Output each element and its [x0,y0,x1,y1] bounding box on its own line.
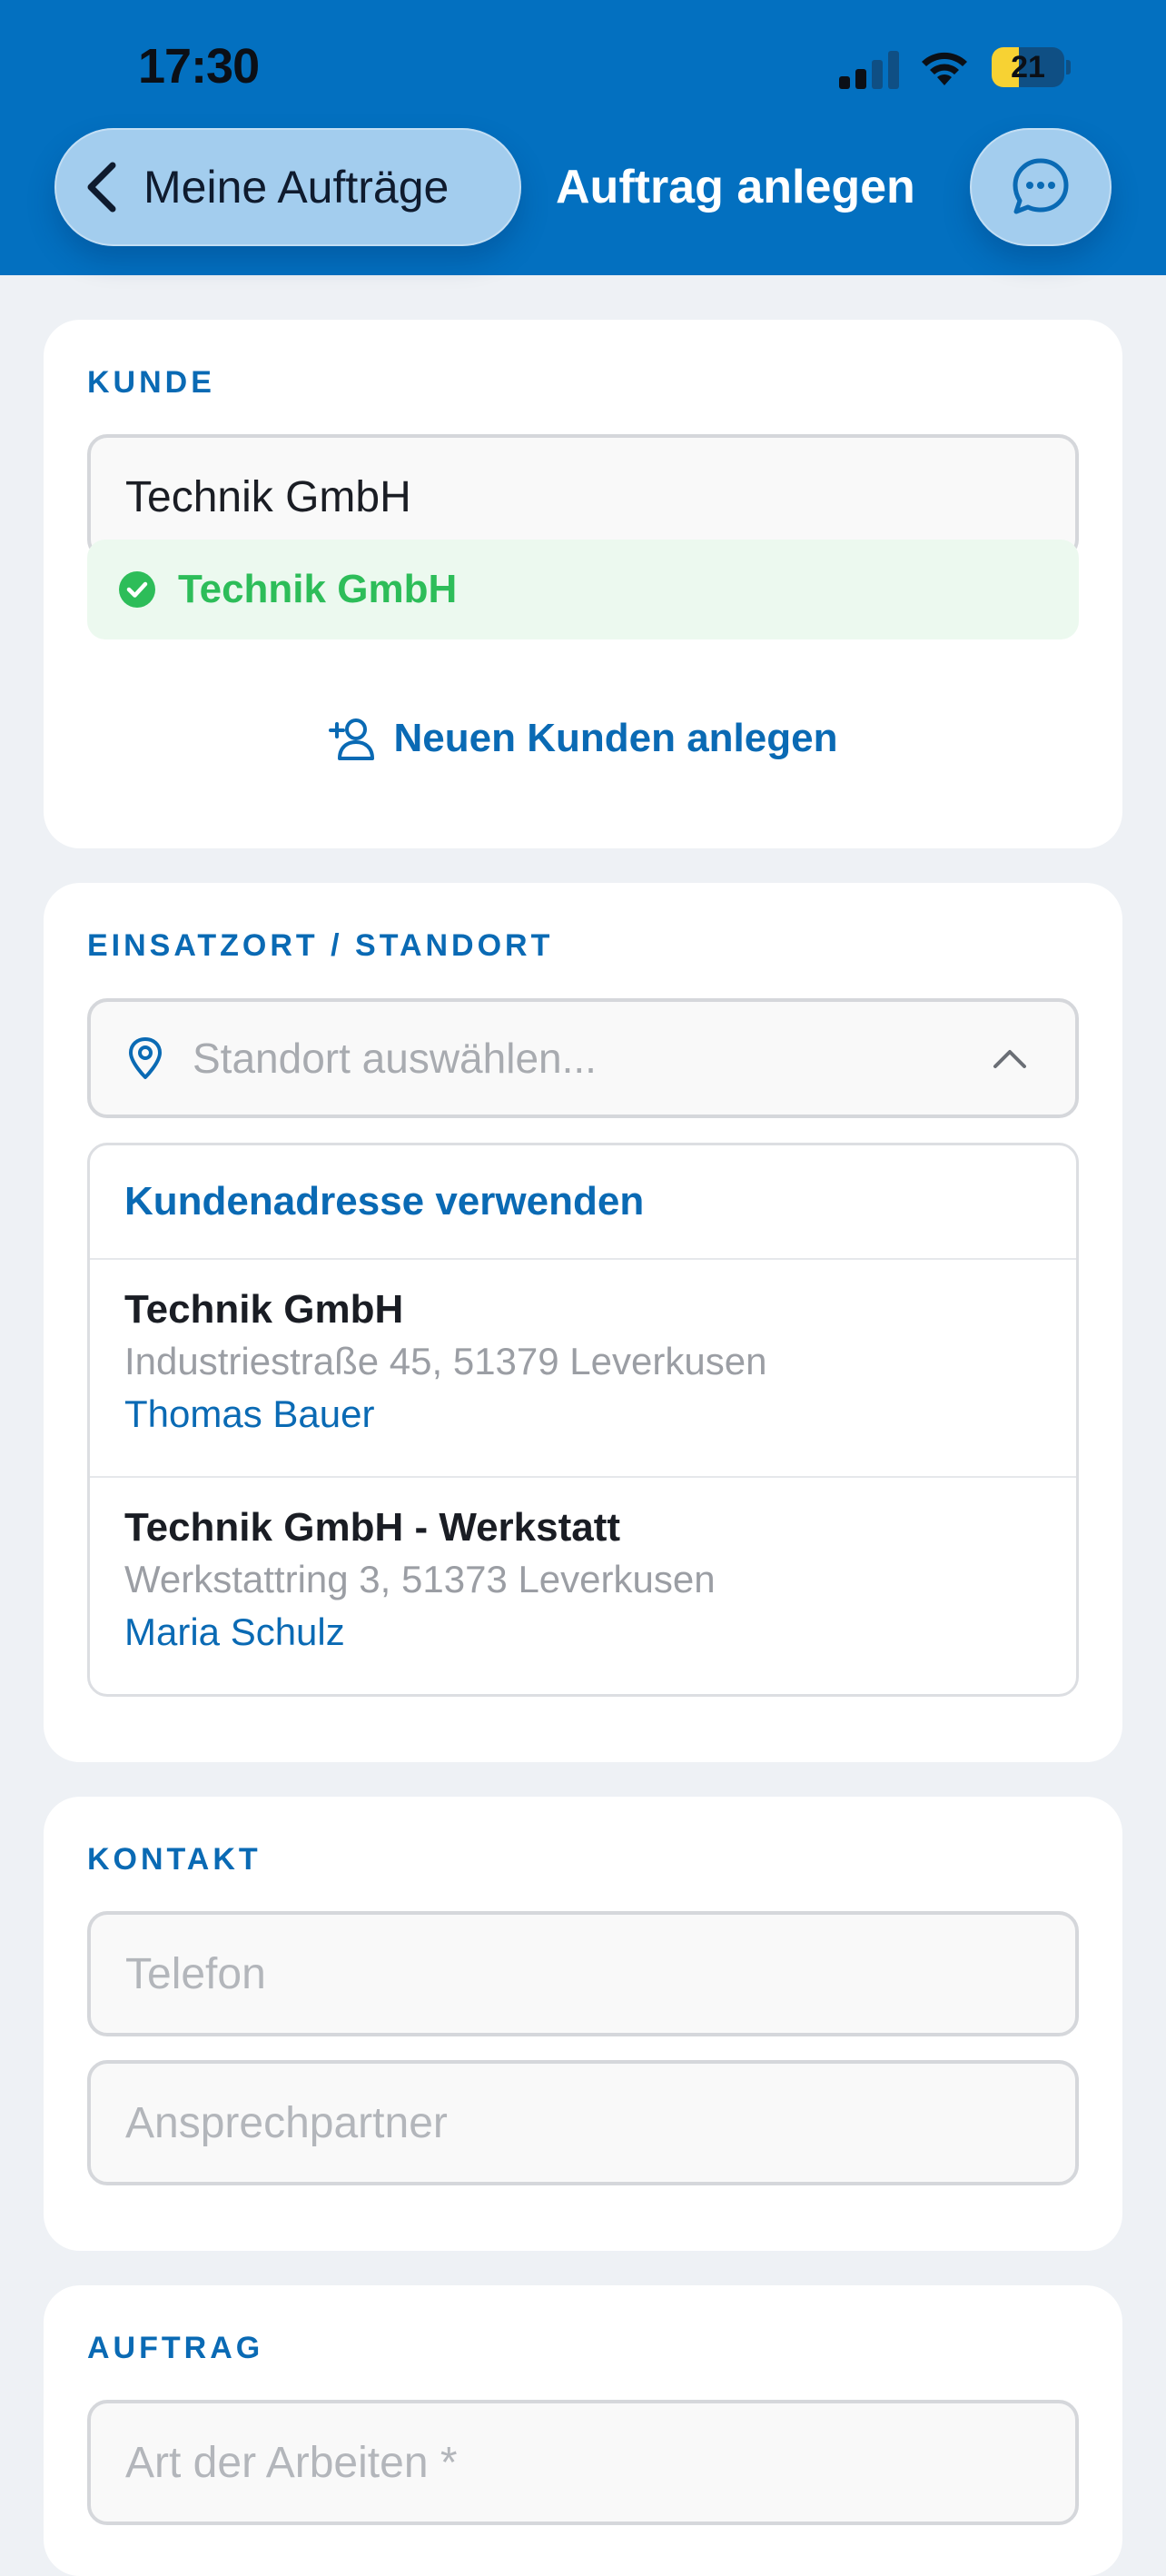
cellular-signal-icon [839,51,899,89]
location-select[interactable]: Standort auswählen... [87,998,1079,1118]
wifi-icon [922,52,967,85]
app-header: 17:30 21 Meine Aufträge Auftrag anlegen [0,0,1166,275]
location-option[interactable]: Technik GmbH Industriestraße 45, 51379 L… [90,1260,1076,1478]
battery-tip [1066,60,1071,74]
section-label-customer: KUNDE [87,365,215,400]
status-time: 17:30 [138,39,260,94]
back-button-label: Meine Aufträge [143,162,450,213]
page-title: Auftrag anlegen [556,161,915,213]
chevron-up-icon[interactable] [992,1046,1028,1070]
map-pin-icon [129,1037,162,1079]
selected-customer-name: Technik GmbH [178,567,458,611]
check-circle-icon [119,571,155,608]
new-customer-label: Neuen Kunden anlegen [393,716,838,760]
use-customer-address-option[interactable]: Kundenadresse verwenden [90,1145,1076,1260]
battery-body: 21 [992,47,1064,87]
location-option[interactable]: Technik GmbH - Werkstatt Werkstattring 3… [90,1478,1076,1694]
location-option-contact: Maria Schulz [124,1610,345,1653]
chat-button[interactable] [970,128,1112,246]
contact-card: KONTAKT [44,1797,1122,2251]
location-option-address: Werkstattring 3, 51373 Leverkusen [124,1558,716,1600]
contact-person-input[interactable] [87,2060,1079,2185]
chat-bubble-icon [1013,158,1069,214]
new-customer-button[interactable]: Neuen Kunden anlegen [44,707,1122,770]
location-dropdown: Kundenadresse verwenden Technik GmbH Ind… [87,1143,1079,1697]
location-card: EINSATZORT / STANDORT Standort auswählen… [44,883,1122,1762]
section-label-location: EINSATZORT / STANDORT [87,928,554,963]
section-label-order: AUFTRAG [87,2331,264,2365]
location-select-placeholder: Standort auswählen... [193,1035,597,1082]
selected-customer-badge: Technik GmbH [87,540,1079,639]
battery-percentage: 21 [1011,50,1045,84]
back-button[interactable]: Meine Aufträge [54,128,521,246]
customer-card: KUNDE Technik GmbH Neuen Kunden anlegen [44,320,1122,848]
phone-input[interactable] [87,1911,1079,2036]
work-type-input[interactable] [87,2400,1079,2525]
chevron-left-icon [87,162,116,213]
location-option-name: Technik GmbH [124,1287,404,1332]
location-option-contact: Thomas Bauer [124,1392,375,1435]
section-label-contact: KONTAKT [87,1842,262,1877]
battery-indicator: 21 [992,47,1072,87]
add-user-icon [328,718,374,760]
order-card: AUFTRAG [44,2285,1122,2576]
location-option-name: Technik GmbH - Werkstatt [124,1505,621,1550]
location-option-address: Industriestraße 45, 51379 Leverkusen [124,1340,767,1382]
